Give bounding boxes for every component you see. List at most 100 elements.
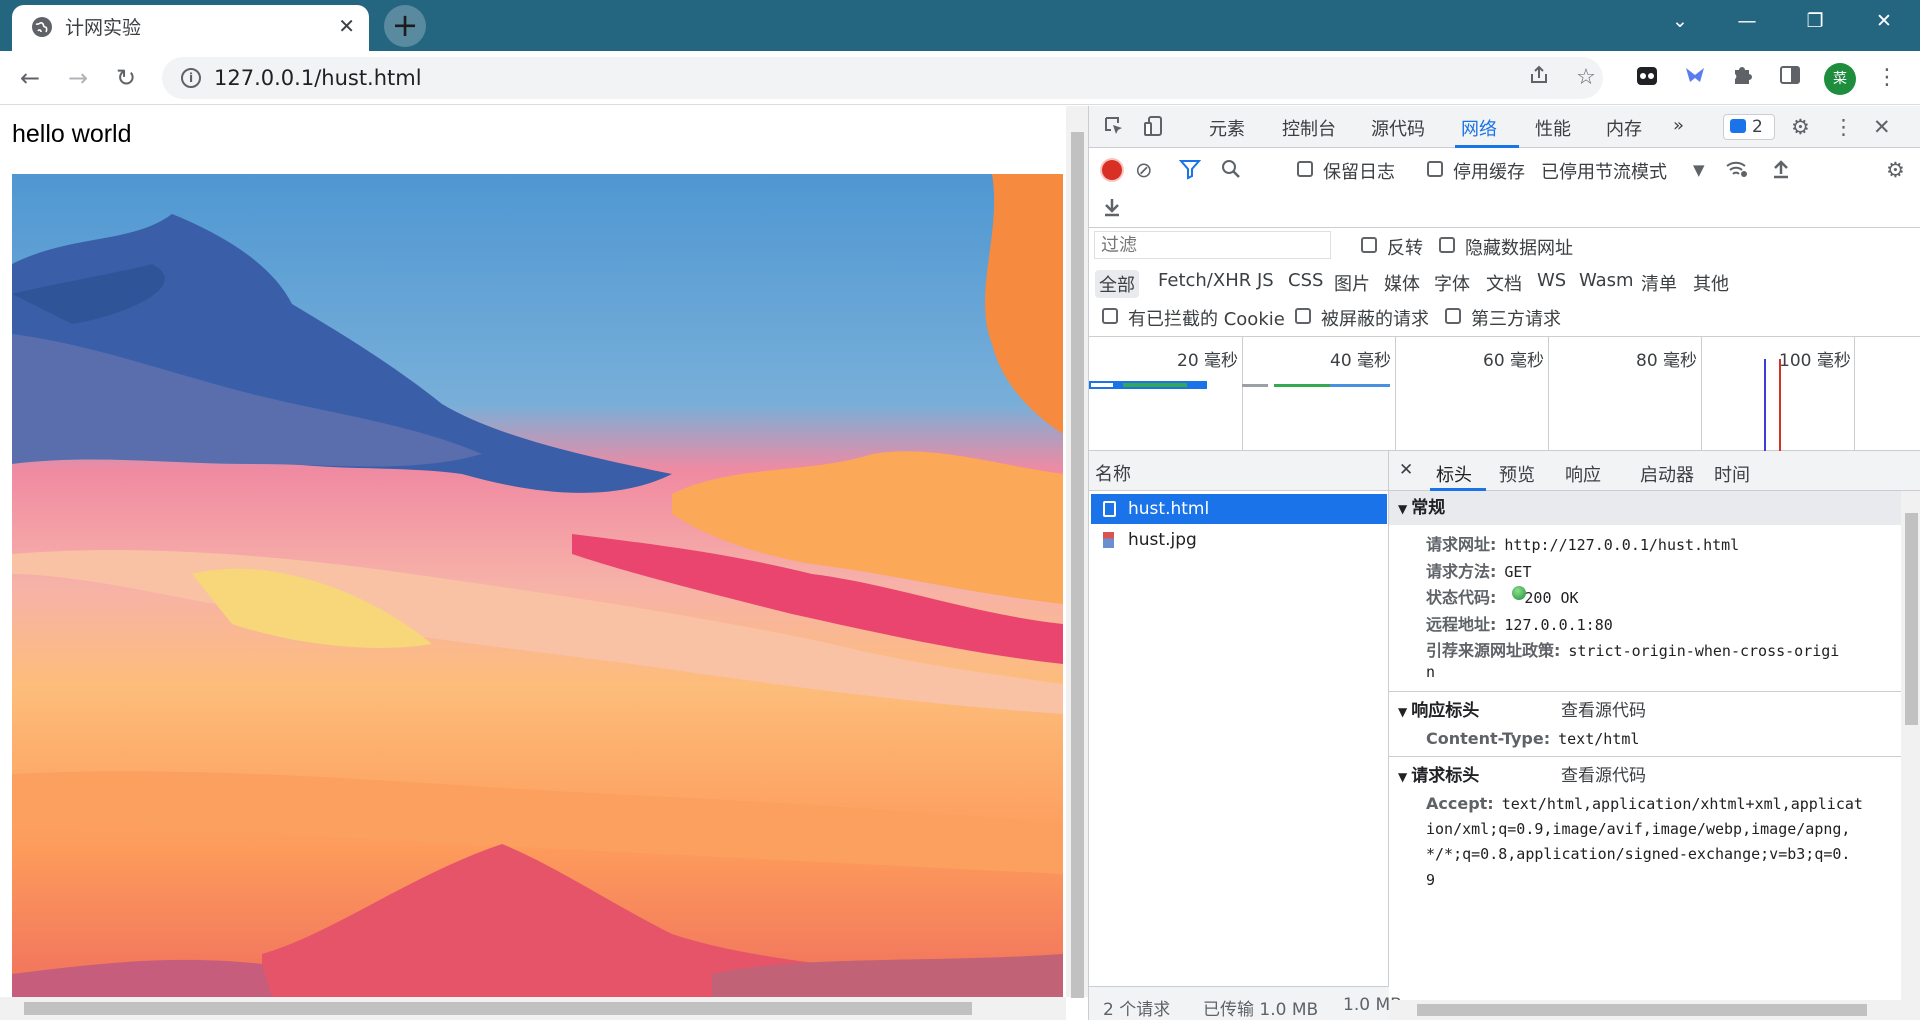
forward-button[interactable]: → — [68, 64, 88, 92]
browser-toolbar: ← → ↻ i 127.0.0.1/hust.html ☆ 菜 ⋮ — [0, 51, 1920, 105]
details-scroll-thumb[interactable] — [1905, 513, 1918, 725]
type-filter-css[interactable]: CSS — [1288, 270, 1323, 291]
request-headers-section[interactable]: ▼ 请求标头 查看源代码 — [1389, 763, 1901, 789]
record-button[interactable] — [1102, 160, 1122, 180]
close-detail-icon[interactable]: ✕ — [1399, 460, 1413, 480]
details-hscroll-thumb[interactable] — [1417, 1004, 1867, 1016]
site-info-icon[interactable]: i — [181, 68, 201, 88]
network-overview-timeline[interactable]: 20 毫秒 40 毫秒 60 毫秒 80 毫秒 100 毫秒 — [1089, 336, 1920, 452]
page-horizontal-scrollbar[interactable] — [0, 997, 1066, 1020]
side-panel-icon[interactable] — [1776, 64, 1804, 92]
page-scroll-thumb[interactable] — [1071, 132, 1084, 998]
third-party-label: 第三方请求 — [1471, 309, 1561, 330]
bookmark-star-icon[interactable]: ☆ — [1572, 64, 1600, 92]
page-vertical-scrollbar[interactable] — [1066, 106, 1088, 998]
devtools-panel: 元素 控制台 源代码 网络 性能 内存 » 2 ⚙ ⋮ ✕ ⊘ 保留日志 停用缓… — [1088, 106, 1920, 1020]
tab-initiator[interactable]: 启动器 — [1640, 461, 1694, 487]
request-row-hust-html[interactable]: hust.html — [1091, 494, 1387, 524]
type-filter-doc[interactable]: 文档 — [1486, 270, 1522, 296]
page-hscroll-thumb[interactable] — [24, 1002, 972, 1015]
blocked-requests-checkbox[interactable] — [1295, 308, 1311, 324]
reload-button[interactable]: ↻ — [116, 64, 136, 92]
extension-game-icon[interactable] — [1633, 64, 1661, 92]
view-source-link[interactable]: 查看源代码 — [1561, 698, 1646, 724]
details-horizontal-scrollbar[interactable] — [1389, 1000, 1901, 1020]
type-filter-all[interactable]: 全部 — [1095, 270, 1139, 298]
tab-network[interactable]: 网络 — [1461, 115, 1497, 141]
network-settings-icon[interactable]: ⚙ — [1886, 158, 1905, 182]
tab-elements[interactable]: 元素 — [1209, 115, 1245, 141]
type-filter-other[interactable]: 其他 — [1693, 270, 1729, 296]
inspect-element-icon[interactable] — [1103, 115, 1125, 142]
referrer-policy-label: 引荐来源网址政策: — [1426, 641, 1561, 660]
import-har-icon[interactable] — [1771, 158, 1791, 185]
hide-data-urls-checkbox[interactable] — [1439, 237, 1455, 253]
url-text[interactable]: 127.0.0.1/hust.html — [214, 66, 422, 90]
response-headers-section[interactable]: ▼ 响应标头 查看源代码 — [1389, 698, 1901, 724]
settings-gear-icon[interactable]: ⚙ — [1791, 115, 1810, 139]
tab-console[interactable]: 控制台 — [1282, 115, 1336, 141]
name-column-header[interactable]: 名称 — [1089, 451, 1389, 491]
transferred-size: 已传输 1.0 MB — [1203, 1000, 1319, 1020]
type-filter-ws[interactable]: WS — [1537, 270, 1566, 291]
timeline-grid-line — [1548, 337, 1549, 452]
filter-input[interactable] — [1094, 231, 1331, 259]
minimize-button[interactable]: — — [1733, 10, 1761, 32]
customize-menu-icon[interactable]: ⋮ — [1833, 115, 1854, 139]
close-devtools-icon[interactable]: ✕ — [1873, 115, 1891, 139]
type-filter-manifest[interactable]: 清单 — [1641, 270, 1677, 296]
tab-performance[interactable]: 性能 — [1535, 115, 1571, 141]
more-tabs-icon[interactable]: » — [1673, 115, 1684, 136]
export-har-icon[interactable] — [1102, 196, 1122, 223]
window-close-button[interactable]: ✕ — [1870, 10, 1898, 32]
back-button[interactable]: ← — [20, 64, 40, 92]
type-filter-fetch-xhr[interactable]: Fetch/XHR — [1158, 270, 1251, 291]
type-filter-img[interactable]: 图片 — [1334, 270, 1370, 296]
new-tab-button[interactable]: + — [384, 5, 426, 47]
extensions-puzzle-icon[interactable] — [1728, 64, 1756, 92]
preserve-log-checkbox[interactable] — [1297, 161, 1313, 177]
address-bar[interactable]: i 127.0.0.1/hust.html ☆ — [162, 57, 1603, 99]
chrome-menu-icon[interactable]: ⋮ — [1873, 64, 1901, 92]
status-ok-dot-icon — [1512, 586, 1526, 600]
tab-sources[interactable]: 源代码 — [1371, 115, 1425, 141]
throttling-select[interactable]: 已停用节流模式 — [1541, 158, 1667, 184]
type-filter-media[interactable]: 媒体 — [1384, 270, 1420, 296]
restore-button[interactable]: ❐ — [1801, 10, 1829, 32]
general-section-header[interactable]: ▼ 常规 — [1389, 491, 1901, 525]
expand-triangle-icon: ▼ — [1398, 770, 1408, 784]
extension-bird-icon[interactable] — [1681, 64, 1709, 92]
tab-response[interactable]: 响应 — [1565, 461, 1601, 487]
request-row-hust-jpg[interactable]: hust.jpg — [1091, 525, 1387, 555]
share-icon[interactable] — [1525, 64, 1553, 92]
type-filter-wasm[interactable]: Wasm — [1579, 270, 1634, 291]
blocked-cookies-label: 有已拦截的 Cookie — [1128, 309, 1285, 330]
filter-funnel-icon[interactable] — [1178, 158, 1202, 185]
tab-close-icon[interactable]: ✕ — [338, 14, 355, 38]
third-party-checkbox[interactable] — [1445, 308, 1461, 324]
type-filter-font[interactable]: 字体 — [1434, 270, 1470, 296]
tab-search-icon[interactable]: ⌄ — [1666, 10, 1694, 32]
disable-cache-checkbox[interactable] — [1427, 161, 1443, 177]
tab-preview[interactable]: 预览 — [1499, 461, 1535, 487]
blocked-cookies-checkbox[interactable] — [1102, 308, 1118, 324]
throttling-dropdown-icon[interactable]: ▼ — [1693, 158, 1705, 182]
issues-button[interactable]: 2 — [1723, 114, 1775, 140]
browser-tab[interactable]: 计网实验 ✕ — [12, 5, 369, 51]
tab-headers[interactable]: 标头 — [1436, 461, 1472, 487]
tab-timing[interactable]: 时间 — [1714, 461, 1750, 487]
name-header-label: 名称 — [1095, 464, 1131, 485]
clear-icon[interactable]: ⊘ — [1135, 158, 1153, 182]
view-source-link[interactable]: 查看源代码 — [1561, 763, 1646, 789]
network-conditions-icon[interactable] — [1725, 158, 1749, 185]
invert-checkbox[interactable] — [1361, 237, 1377, 253]
status-code-label: 状态代码: — [1426, 588, 1497, 607]
device-toolbar-icon[interactable] — [1143, 115, 1165, 142]
search-icon[interactable] — [1220, 158, 1242, 185]
details-vertical-scrollbar[interactable] — [1901, 491, 1920, 1020]
request-method-row: 请求方法: GET — [1426, 558, 1532, 582]
profile-avatar[interactable]: 菜 — [1824, 63, 1856, 95]
type-filter-js[interactable]: JS — [1257, 270, 1274, 291]
tab-memory[interactable]: 内存 — [1606, 115, 1642, 141]
image-file-icon — [1103, 532, 1114, 548]
